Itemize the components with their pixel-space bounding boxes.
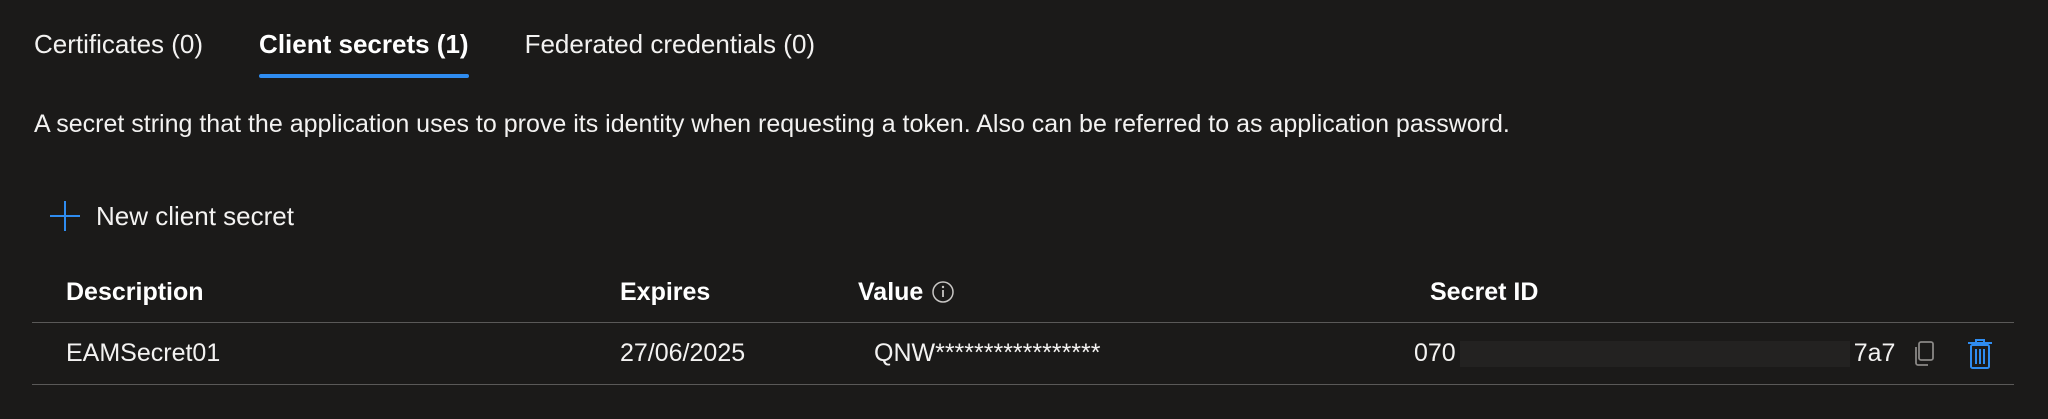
secret-value: QNW*****************	[874, 339, 1101, 367]
secret-expires: 27/06/2025	[620, 339, 746, 367]
trash-icon	[1968, 338, 1992, 369]
tab-client-secrets[interactable]: Client secrets (1)	[259, 24, 469, 78]
column-header-expires: Expires	[620, 277, 711, 306]
secret-id-prefix: 070	[1414, 339, 1456, 367]
plus-icon	[50, 201, 80, 231]
delete-secret-button[interactable]	[1966, 323, 1994, 384]
column-header-value-label: Value	[858, 277, 924, 306]
tab-bar: Certificates (0) Client secrets (1) Fede…	[34, 24, 871, 80]
page-description: A secret string that the application use…	[34, 110, 1510, 138]
new-client-secret-label: New client secret	[96, 200, 294, 231]
copy-to-clipboard-button[interactable]	[1912, 323, 1936, 384]
column-header-value: Value	[858, 262, 955, 322]
info-icon[interactable]	[931, 280, 955, 304]
table-header-row: Description Expires Value Secret ID	[32, 262, 2014, 323]
new-client-secret-button[interactable]: New client secret	[48, 196, 294, 236]
copy-icon	[1915, 340, 1934, 366]
tab-certificates[interactable]: Certificates (0)	[34, 24, 203, 64]
secret-id-redaction	[1459, 340, 1850, 367]
secret-id: 070 7a7	[1414, 323, 1895, 384]
client-secrets-table: Description Expires Value Secret ID EAMS…	[32, 262, 2014, 385]
column-header-description: Description	[66, 277, 204, 306]
table-row: EAMSecret01 27/06/2025 QNW**************…	[32, 323, 2014, 385]
tab-federated-credentials[interactable]: Federated credentials (0)	[525, 24, 815, 64]
secret-id-suffix: 7a7	[1853, 339, 1896, 367]
secret-description: EAMSecret01	[66, 339, 221, 367]
column-header-secret-id: Secret ID	[1430, 277, 1539, 306]
